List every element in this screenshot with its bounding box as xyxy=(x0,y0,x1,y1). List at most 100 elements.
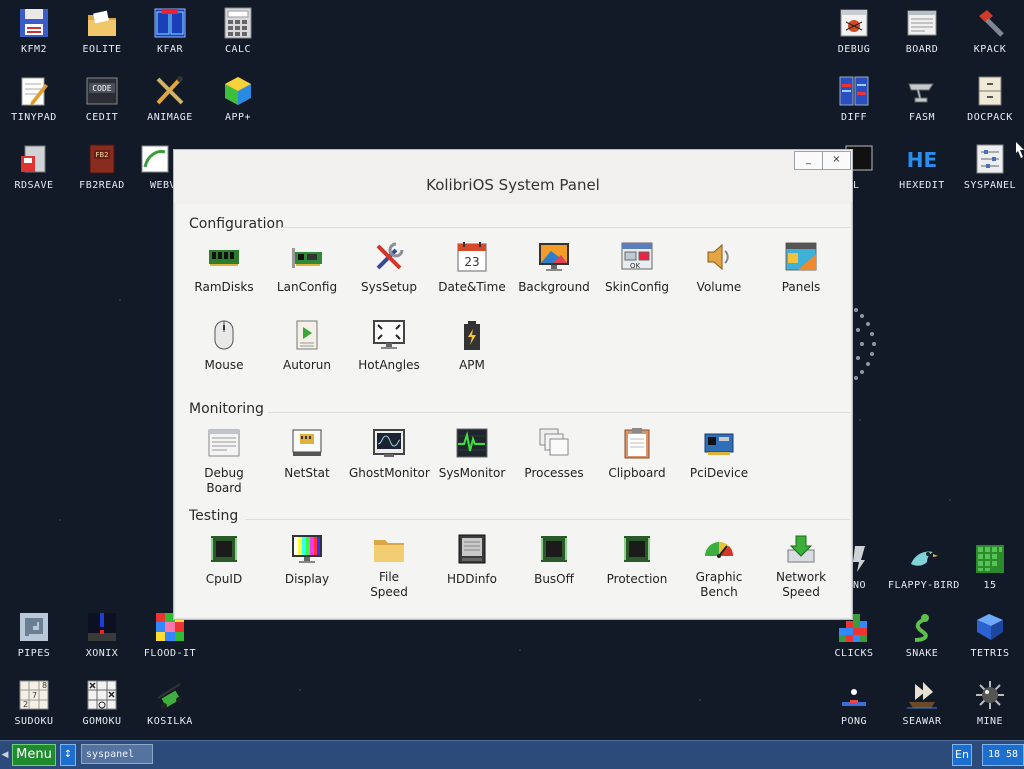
item-debug-board[interactable]: Debug Board xyxy=(184,426,264,496)
desktop-icon-label: 15 xyxy=(983,580,997,591)
desktop-icon-webv[interactable]: WEBV xyxy=(136,136,174,198)
desktop-icon-eolite[interactable]: EOLITE xyxy=(68,0,136,62)
hot-angles-icon xyxy=(373,320,405,349)
desktop-icon-kpack[interactable]: KPACK xyxy=(956,0,1024,62)
taskbar-task-syspanel[interactable]: syspanel xyxy=(81,744,153,764)
desktop-icon-label: KOSILKA xyxy=(147,716,193,727)
item-network-speed[interactable]: Network Speed xyxy=(761,532,841,600)
section-divider xyxy=(268,412,850,413)
desktop-icon-tetris[interactable]: TETRIS xyxy=(956,604,1024,666)
desktop-icon-tinypad[interactable]: TINYPAD xyxy=(0,68,68,130)
item-hddinfo[interactable]: HDDinfo xyxy=(432,532,512,587)
task-switch-button[interactable]: ↕ xyxy=(60,744,76,766)
desktop-icon-debug[interactable]: DEBUG xyxy=(820,0,888,62)
item-netstat[interactable]: NetStat xyxy=(267,426,347,481)
taskbar-scroll-left-icon[interactable]: ◀ xyxy=(1,745,9,765)
item-date-time[interactable]: 23 Date&Time xyxy=(432,240,512,295)
code-editor-icon: CODE xyxy=(86,77,118,105)
desktop-icon-diff[interactable]: DIFF xyxy=(820,68,888,130)
desktop-icon-syspanel[interactable]: SYSPANEL xyxy=(956,136,1024,198)
svg-text:FB2: FB2 xyxy=(95,151,108,159)
desktop-icon-fasm[interactable]: FASM xyxy=(888,68,956,130)
desktop-icon-hexedit[interactable]: HE HEXEDIT xyxy=(888,136,956,198)
item-display[interactable]: Display xyxy=(267,532,347,587)
desktop-icon-board[interactable]: BOARD xyxy=(888,0,956,62)
desktop-icon-label: DIFF xyxy=(840,112,868,123)
item-protection[interactable]: Protection xyxy=(597,532,677,587)
desktop-icon-kfar[interactable]: KFAR xyxy=(136,0,204,62)
desktop-icon-label: DEBUG xyxy=(837,44,871,55)
network-card-icon xyxy=(292,248,322,268)
desktop-icon-calc[interactable]: CALC xyxy=(204,0,272,62)
desktop-icon-seawar[interactable]: SEAWAR xyxy=(888,672,956,734)
desktop-icon-rdsave[interactable]: RDSAVE xyxy=(0,136,68,198)
item-apm[interactable]: APM xyxy=(432,318,512,373)
desktop-icon-pong[interactable]: PONG xyxy=(820,672,888,734)
desktop-icon-kfm2[interactable]: KFM2 xyxy=(0,0,68,62)
item-ghostmonitor[interactable]: GhostMonitor xyxy=(349,426,430,481)
item-syssetup[interactable]: SysSetup xyxy=(349,240,429,295)
desktop-icon-pipes[interactable]: PIPES xyxy=(0,604,68,666)
sliders-icon xyxy=(976,144,1004,174)
mine-icon xyxy=(976,681,1004,709)
desktop-icon-mine[interactable]: MINE xyxy=(956,672,1024,734)
item-cpuid[interactable]: CpuID xyxy=(184,532,264,587)
desktop-icon-sudoku[interactable]: 78 2 SUDOKU xyxy=(0,672,68,734)
desktop-icon-animage[interactable]: ANIMAGE xyxy=(136,68,204,130)
desktop-icon-label: XONIX xyxy=(85,648,119,659)
book-icon: FB2 xyxy=(89,144,115,174)
desktop-icon-kosilka[interactable]: KOSILKA xyxy=(136,672,204,734)
section-title-configuration: Configuration xyxy=(189,216,284,232)
clock[interactable]: 18 58 xyxy=(982,744,1024,766)
item-graphic-bench[interactable]: Graphic Bench xyxy=(679,532,759,600)
desktop-icon-fb2read[interactable]: FB2 FB2READ xyxy=(68,136,136,198)
item-pcidevice[interactable]: PciDevice xyxy=(679,426,759,481)
system-panel-window: _ × KolibriOS System Panel Configuration… xyxy=(173,149,853,620)
item-background[interactable]: Background xyxy=(514,240,594,295)
taskbar: ◀ Menu ↕ syspanel En 18 58 xyxy=(0,740,1024,769)
desktop-icon-label: SNAKE xyxy=(905,648,939,659)
desktop-icon-snake[interactable]: SNAKE xyxy=(888,604,956,666)
item-processes[interactable]: Processes xyxy=(514,426,594,481)
item-skinconfig[interactable]: OK SkinConfig xyxy=(597,240,677,295)
menu-button[interactable]: Menu xyxy=(12,744,56,766)
svg-text:CODE: CODE xyxy=(92,84,111,93)
pci-card-icon xyxy=(704,433,734,455)
floppy-icon xyxy=(20,9,48,37)
close-button[interactable]: × xyxy=(822,151,851,170)
item-clipboard[interactable]: Clipboard xyxy=(597,426,677,481)
desktop-icon-label: FB2READ xyxy=(79,180,125,191)
desktop-icon-xonix[interactable]: XONIX xyxy=(68,604,136,666)
item-busoff[interactable]: BusOff xyxy=(514,532,594,587)
desktop-icon-cedit[interactable]: CODE CEDIT xyxy=(68,68,136,130)
item-volume[interactable]: Volume xyxy=(679,240,759,295)
board-icon xyxy=(907,10,937,36)
item-ramdisks[interactable]: RamDisks xyxy=(184,240,264,295)
item-file-speed[interactable]: File Speed xyxy=(349,532,429,600)
item-lanconfig[interactable]: LanConfig xyxy=(267,240,347,295)
ship-icon xyxy=(907,682,937,709)
desktop-icon-app-plus[interactable]: APP+ xyxy=(204,68,272,130)
bird-icon xyxy=(911,551,938,566)
desktop-icon-gomoku[interactable]: GOMOKU xyxy=(68,672,136,734)
calendar-day: 23 xyxy=(464,255,479,269)
item-panels[interactable]: Panels xyxy=(761,240,841,295)
desktop-icon-docpack[interactable]: DOCPACK xyxy=(956,68,1024,130)
svg-text:8: 8 xyxy=(42,681,47,690)
desktop-icon-fifteen[interactable]: 15 xyxy=(956,536,1024,598)
item-sysmonitor[interactable]: SysMonitor xyxy=(432,426,512,481)
minimize-button[interactable]: _ xyxy=(794,151,823,170)
desktop-icon-label: MINE xyxy=(976,716,1004,727)
dual-panel-icon xyxy=(154,8,186,38)
item-label: PciDevice xyxy=(689,466,749,480)
desktop-icon-label: EOLITE xyxy=(82,44,122,55)
item-hotangles[interactable]: HotAngles xyxy=(349,318,429,373)
item-autorun[interactable]: Autorun xyxy=(267,318,347,373)
tools-icon xyxy=(376,242,404,270)
window-titlebar[interactable]: _ × KolibriOS System Panel xyxy=(174,150,852,202)
scroll-play-icon xyxy=(296,320,318,350)
keyboard-layout-indicator[interactable]: En xyxy=(952,744,972,766)
item-mouse[interactable]: Mouse xyxy=(184,318,264,373)
desktop-icon-flappy-bird[interactable]: FLAPPY-BIRD xyxy=(888,536,959,598)
chip-busoff-icon xyxy=(541,536,567,562)
